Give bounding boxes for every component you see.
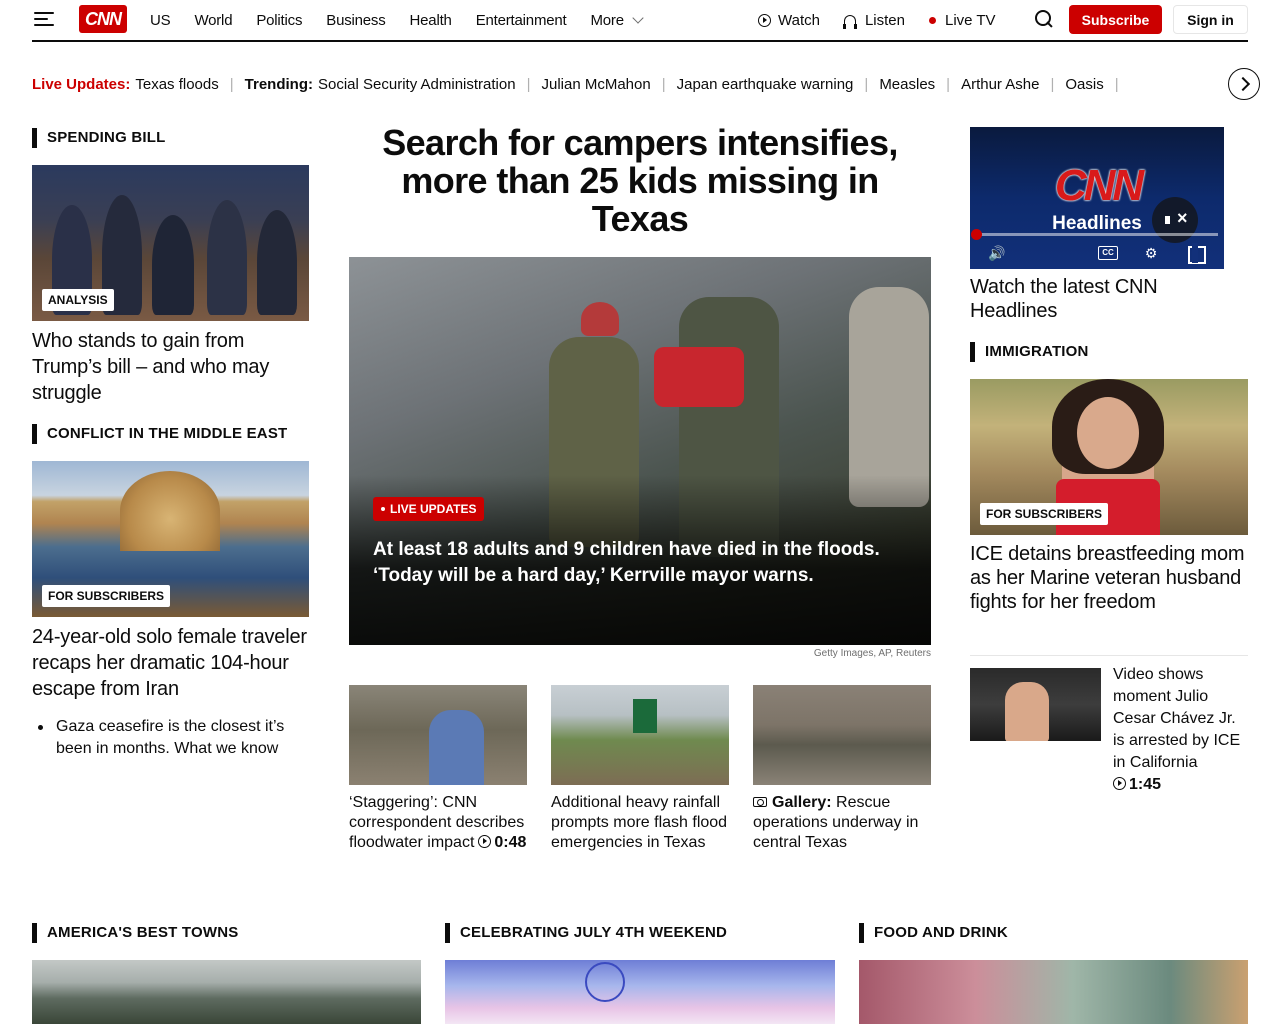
- chevron-down-icon: [632, 11, 644, 24]
- site-header: CNN US World Politics Business Health En…: [32, 0, 1248, 42]
- main-story-image[interactable]: LIVE UPDATES At least 18 adults and 9 ch…: [349, 257, 931, 645]
- unmute-button[interactable]: [1152, 197, 1198, 243]
- trending-next-button[interactable]: [1228, 68, 1260, 100]
- section-title-immigration[interactable]: IMMIGRATION: [970, 342, 1089, 362]
- play-icon: [1113, 777, 1126, 790]
- video-title[interactable]: Watch the latest CNN Headlines: [970, 275, 1248, 323]
- section-title-best-towns[interactable]: AMERICA'S BEST TOWNS: [32, 923, 238, 943]
- utility-links: Watch Listen Live TV: [758, 0, 1020, 40]
- fullscreen-icon[interactable]: [1186, 243, 1206, 264]
- trending-item[interactable]: Japan earthquake warning: [677, 76, 854, 93]
- july-4th-image[interactable]: [445, 960, 835, 1024]
- chavez-video-image[interactable]: [970, 668, 1101, 741]
- section-title-middle-east[interactable]: CONFLICT IN THE MIDDLE EAST: [32, 424, 287, 444]
- separator: |: [229, 75, 234, 93]
- image-credit: Getty Images, AP, Reuters: [813, 648, 931, 659]
- chavez-video-text: Video shows moment Julio Cesar Chávez Jr…: [1113, 666, 1241, 771]
- subscribe-button[interactable]: Subscribe: [1069, 5, 1162, 34]
- live-tv-label: Live TV: [944, 11, 996, 29]
- trending-item[interactable]: Measles: [879, 76, 935, 93]
- video-progress-bar[interactable]: [971, 229, 1218, 240]
- divider: [970, 655, 1248, 656]
- live-updates-label: Live Updates:: [32, 75, 131, 93]
- for-subscribers-badge: FOR SUBSCRIBERS: [980, 503, 1109, 525]
- card-gallery[interactable]: Gallery: Rescue operations underway in c…: [753, 793, 931, 853]
- iran-mosque-image[interactable]: FOR SUBSCRIBERS: [32, 461, 309, 617]
- nav-politics[interactable]: Politics: [256, 12, 302, 29]
- card-rainfall[interactable]: Additional heavy rainfall prompts more f…: [551, 793, 729, 853]
- progress-handle[interactable]: [971, 229, 982, 240]
- nav-entertainment[interactable]: Entertainment: [476, 12, 567, 29]
- ice-detains-image[interactable]: FOR SUBSCRIBERS: [970, 379, 1248, 535]
- menu-icon[interactable]: [34, 11, 54, 27]
- trending-item[interactable]: Julian McMahon: [541, 76, 650, 93]
- ice-detains-headline[interactable]: ICE detains breastfeeding mom as her Mar…: [970, 542, 1248, 614]
- chavez-video-story[interactable]: Video shows moment Julio Cesar Chávez Jr…: [1113, 664, 1248, 796]
- duration-text: 0:48: [494, 834, 527, 851]
- search-icon[interactable]: [1035, 10, 1053, 28]
- gallery-label: Gallery:: [772, 794, 832, 811]
- live-updates-text: LIVE UPDATES: [390, 502, 477, 516]
- volume-icon[interactable]: 🔊: [988, 244, 1006, 262]
- separator: |: [864, 75, 869, 93]
- separator: |: [946, 75, 951, 93]
- listen-label: Listen: [864, 11, 905, 29]
- card-correspondent[interactable]: ‘Staggering’: CNN correspondent describe…: [349, 793, 527, 853]
- section-title-spending-bill[interactable]: SPENDING BILL: [32, 128, 165, 148]
- play-icon: [478, 835, 492, 848]
- video-duration: 1:45: [1113, 776, 1161, 793]
- nav-more-label: More: [590, 11, 625, 29]
- watch-label: Watch: [778, 11, 820, 29]
- live-tv-link[interactable]: Live TV: [928, 11, 996, 29]
- separator: |: [1050, 75, 1055, 93]
- play-icon: [758, 13, 771, 27]
- spending-bill-headline[interactable]: Who stands to gain from Trump’s bill – a…: [32, 328, 309, 406]
- card-image-rainfall[interactable]: [551, 685, 729, 785]
- section-title-food-drink[interactable]: FOOD AND DRINK: [859, 923, 1008, 943]
- nav-business[interactable]: Business: [326, 12, 385, 29]
- gear-icon[interactable]: ⚙: [1142, 244, 1160, 262]
- live-dot-icon: [928, 16, 936, 24]
- live-updates-badge: LIVE UPDATES: [373, 497, 485, 521]
- separator: |: [526, 75, 531, 93]
- trending-item[interactable]: Oasis: [1065, 76, 1103, 93]
- separator: |: [1114, 75, 1119, 93]
- section-title-july-4th[interactable]: CELEBRATING JULY 4TH WEEKEND: [445, 923, 727, 943]
- spending-bill-image[interactable]: ANALYSIS: [32, 165, 309, 321]
- main-headline[interactable]: Search for campers intensifies, more tha…: [349, 124, 931, 238]
- sign-in-button[interactable]: Sign in: [1173, 5, 1248, 34]
- video-cnn-logo: CNN: [1054, 161, 1144, 210]
- listen-link[interactable]: Listen: [842, 11, 905, 29]
- closed-captions-icon[interactable]: CC: [1098, 246, 1118, 260]
- nav-us[interactable]: US: [150, 12, 171, 29]
- video-headlines-text: Headlines: [1052, 213, 1142, 234]
- nav-health[interactable]: Health: [410, 12, 452, 29]
- nav-more[interactable]: More: [590, 11, 644, 29]
- for-subscribers-badge: FOR SUBSCRIBERS: [42, 585, 171, 607]
- cnn-logo[interactable]: CNN: [79, 5, 127, 33]
- gaza-ceasefire-link[interactable]: Gaza ceasefire is the closest it’s been …: [38, 716, 296, 760]
- duration-text: 1:45: [1129, 776, 1162, 793]
- card-image-gallery[interactable]: [753, 685, 931, 785]
- analysis-badge: ANALYSIS: [42, 289, 114, 311]
- nav-world[interactable]: World: [194, 12, 232, 29]
- main-nav: US World Politics Business Health Entert…: [150, 0, 666, 40]
- trending-label: Trending:: [244, 75, 313, 93]
- food-drink-image[interactable]: [859, 960, 1248, 1024]
- main-story-caption[interactable]: At least 18 adults and 9 children have d…: [373, 537, 883, 589]
- iran-escape-headline[interactable]: 24-year-old solo female traveler recaps …: [32, 624, 309, 702]
- watch-link[interactable]: Watch: [758, 12, 820, 29]
- video-duration: 0:48: [474, 834, 526, 851]
- camera-icon: [753, 797, 767, 807]
- trending-item[interactable]: Social Security Administration: [318, 76, 516, 93]
- trending-item[interactable]: Arthur Ashe: [961, 76, 1039, 93]
- trending-live-item[interactable]: Texas floods: [135, 76, 218, 93]
- card-image-correspondent[interactable]: [349, 685, 527, 785]
- trending-bar: Live Updates: Texas floods | Trending: S…: [32, 73, 1212, 95]
- separator: |: [661, 75, 666, 93]
- best-towns-image[interactable]: [32, 960, 421, 1024]
- video-player[interactable]: CNN Headlines 🔊 CC ⚙: [970, 127, 1224, 269]
- headphones-icon: [842, 14, 857, 29]
